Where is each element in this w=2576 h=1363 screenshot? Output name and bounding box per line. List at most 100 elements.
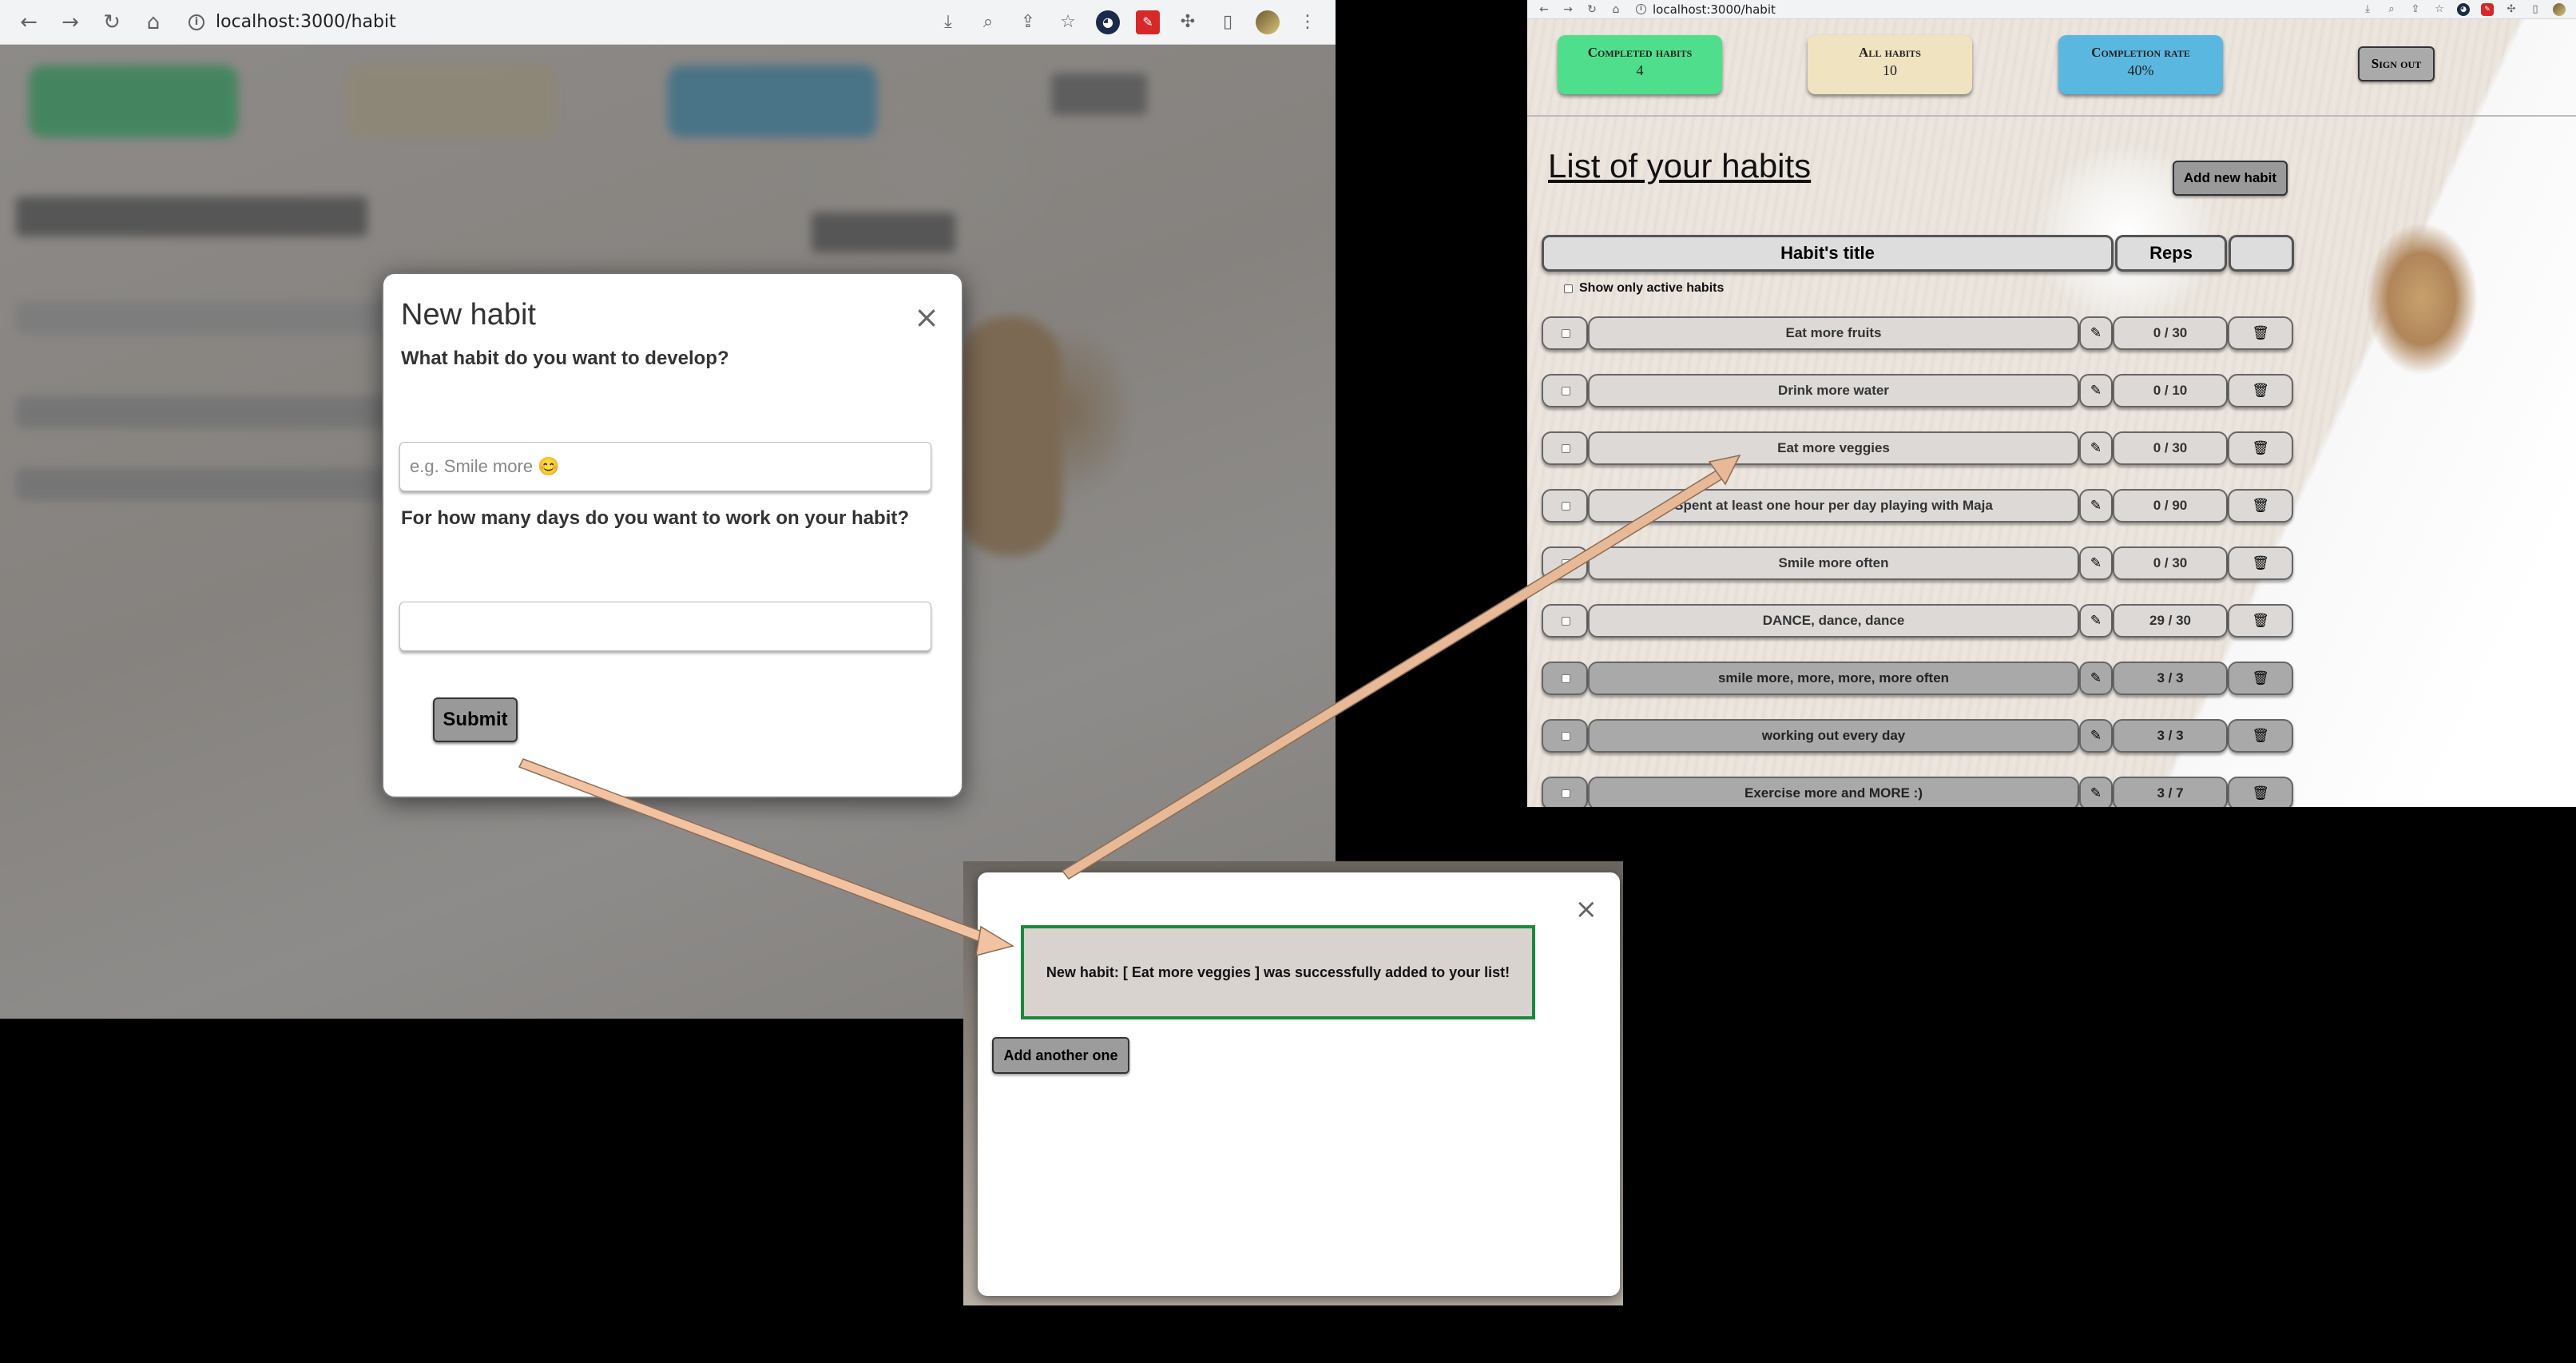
pencil-icon[interactable]: ✎ xyxy=(2079,546,2113,580)
extensions-puzzle-icon[interactable]: ✣ xyxy=(2499,3,2523,15)
habit-checkbox[interactable] xyxy=(1562,674,1570,683)
trash-icon[interactable]: 🗑 xyxy=(2228,662,2293,695)
habit-row: Drink more water ✎ 0 / 10 🗑 xyxy=(1542,374,2295,407)
profile-avatar-icon[interactable] xyxy=(2553,2,2566,16)
trash-icon[interactable]: 🗑 xyxy=(2228,374,2293,407)
trash-icon[interactable]: 🗑 xyxy=(2228,719,2293,753)
habit-checkbox-cell[interactable] xyxy=(1542,604,1588,638)
trash-icon[interactable]: 🗑 xyxy=(2228,777,2293,807)
menu-kebab-icon[interactable]: ⋮ xyxy=(1288,12,1328,32)
habit-reps: 3 / 3 xyxy=(2113,662,2228,695)
trash-icon[interactable]: 🗑 xyxy=(2228,431,2293,465)
right-browser-window: ← → ↻ ⌂ i localhost:3000/habit ⤓ ⌕ ⇪ ☆ ◕… xyxy=(1527,0,2576,807)
habit-checkbox[interactable] xyxy=(1562,732,1570,741)
browser-toolbar: ← → ↻ ⌂ i localhost:3000/habit ⤓ ⌕ ⇪ ☆ ◕… xyxy=(1527,0,2576,19)
address-bar[interactable]: i localhost:3000/habit xyxy=(189,12,928,32)
share-icon[interactable]: ⇪ xyxy=(2403,3,2427,15)
profile-avatar-icon[interactable] xyxy=(1256,10,1280,34)
add-new-habit-button[interactable]: Add new habit xyxy=(2173,161,2288,196)
completed-habits-card: Completed habits 4 xyxy=(1558,35,1722,94)
habit-checkbox[interactable] xyxy=(1562,789,1570,798)
extension-red-icon[interactable]: ✎ xyxy=(2481,2,2494,16)
habit-checkbox-cell[interactable] xyxy=(1542,489,1588,523)
habit-row: Eat more veggies ✎ 0 / 30 🗑 xyxy=(1542,431,2295,465)
habit-title: smile more, more, more, more often xyxy=(1588,662,2079,695)
back-arrow-icon[interactable]: ← xyxy=(1532,3,1556,16)
info-icon[interactable]: i xyxy=(189,14,204,30)
habit-checkbox-cell[interactable] xyxy=(1542,374,1588,407)
pencil-icon[interactable]: ✎ xyxy=(2079,662,2113,695)
trash-icon[interactable]: 🗑 xyxy=(2228,604,2293,638)
column-header-reps: Reps xyxy=(2115,235,2227,272)
trash-icon[interactable]: 🗑 xyxy=(2228,489,2293,523)
filter-checkbox[interactable] xyxy=(1564,284,1573,293)
home-icon[interactable]: ⌂ xyxy=(133,10,174,34)
extension-ninja-icon[interactable]: ◕ xyxy=(1096,10,1120,34)
side-panel-icon[interactable]: ▯ xyxy=(2523,3,2547,15)
install-icon[interactable]: ⤓ xyxy=(928,12,968,32)
habit-title: Spent at least one hour per day playing … xyxy=(1588,489,2079,523)
habit-title: Exercise more and MORE :) xyxy=(1588,777,2079,807)
habit-checkbox-cell[interactable] xyxy=(1542,546,1588,580)
extension-red-icon[interactable]: ✎ xyxy=(1136,10,1160,34)
close-icon[interactable]: × xyxy=(914,300,939,335)
pencil-icon[interactable]: ✎ xyxy=(2079,316,2113,350)
zoom-icon[interactable]: ⌕ xyxy=(2380,3,2403,15)
side-panel-icon[interactable]: ▯ xyxy=(1208,12,1248,32)
pencil-icon[interactable]: ✎ xyxy=(2079,374,2113,407)
pencil-icon[interactable]: ✎ xyxy=(2079,777,2113,807)
sign-out-button[interactable]: Sign out xyxy=(2358,46,2435,81)
habit-title-input[interactable] xyxy=(399,442,931,491)
all-habits-card: All habits 10 xyxy=(1808,35,1972,94)
install-icon[interactable]: ⤓ xyxy=(2356,3,2380,15)
trash-icon[interactable]: 🗑 xyxy=(2228,546,2293,580)
info-icon[interactable]: i xyxy=(1636,4,1646,14)
habit-checkbox-cell[interactable] xyxy=(1542,662,1588,695)
stat-value: 10 xyxy=(1883,62,1897,78)
active-habits-filter[interactable]: Show only active habits xyxy=(1564,281,1724,296)
habit-checkbox[interactable] xyxy=(1562,617,1570,626)
extensions-puzzle-icon[interactable]: ✣ xyxy=(1168,12,1208,32)
bookmark-star-icon[interactable]: ☆ xyxy=(1048,12,1088,32)
completion-rate-card: Completion rate 40% xyxy=(2058,35,2223,94)
habit-checkbox[interactable] xyxy=(1562,329,1570,338)
habit-checkbox[interactable] xyxy=(1562,559,1570,568)
habit-checkbox-cell[interactable] xyxy=(1542,777,1588,807)
add-another-button[interactable]: Add another one xyxy=(992,1037,1129,1074)
reload-icon[interactable]: ↻ xyxy=(91,10,133,34)
habit-row: Exercise more and MORE :) ✎ 3 / 7 🗑 xyxy=(1542,777,2295,807)
pencil-icon[interactable]: ✎ xyxy=(2079,489,2113,523)
forward-arrow-icon[interactable]: → xyxy=(50,10,91,34)
habit-checkbox-cell[interactable] xyxy=(1542,719,1588,753)
habit-row: working out every day ✎ 3 / 3 🗑 xyxy=(1542,719,2295,753)
zoom-icon[interactable]: ⌕ xyxy=(968,12,1008,32)
modal-title: New habit xyxy=(401,298,536,332)
habit-checkbox-cell[interactable] xyxy=(1542,431,1588,465)
address-bar[interactable]: i localhost:3000/habit xyxy=(1636,2,2356,17)
reload-icon[interactable]: ↻ xyxy=(1580,3,1604,16)
pencil-icon[interactable]: ✎ xyxy=(2079,431,2113,465)
success-modal: × New habit: [ Eat more veggies ] was su… xyxy=(978,872,1620,1296)
habit-reps: 29 / 30 xyxy=(2113,604,2228,638)
days-input[interactable] xyxy=(399,602,931,651)
habit-checkbox[interactable] xyxy=(1562,444,1570,453)
habit-reps: 0 / 10 xyxy=(2113,374,2228,407)
browser-toolbar: ← → ↻ ⌂ i localhost:3000/habit ⤓ ⌕ ⇪ ☆ ◕… xyxy=(0,0,1336,45)
header-divider xyxy=(1527,115,2576,117)
home-icon[interactable]: ⌂ xyxy=(1604,3,1628,16)
habit-checkbox[interactable] xyxy=(1562,502,1570,511)
trash-icon[interactable]: 🗑 xyxy=(2228,316,2293,350)
url-text: localhost:3000/habit xyxy=(216,12,396,32)
pencil-icon[interactable]: ✎ xyxy=(2079,719,2113,753)
submit-button[interactable]: Submit xyxy=(433,697,518,742)
back-arrow-icon[interactable]: ← xyxy=(8,10,50,34)
forward-arrow-icon[interactable]: → xyxy=(1556,3,1580,16)
habit-checkbox-cell[interactable] xyxy=(1542,316,1588,350)
close-icon[interactable]: × xyxy=(1575,893,1598,925)
habit-checkbox[interactable] xyxy=(1562,387,1570,395)
pencil-icon[interactable]: ✎ xyxy=(2079,604,2113,638)
habit-reps: 3 / 3 xyxy=(2113,719,2228,753)
extension-ninja-icon[interactable]: ◕ xyxy=(2457,2,2470,16)
share-icon[interactable]: ⇪ xyxy=(1008,12,1048,32)
bookmark-star-icon[interactable]: ☆ xyxy=(2427,3,2451,15)
